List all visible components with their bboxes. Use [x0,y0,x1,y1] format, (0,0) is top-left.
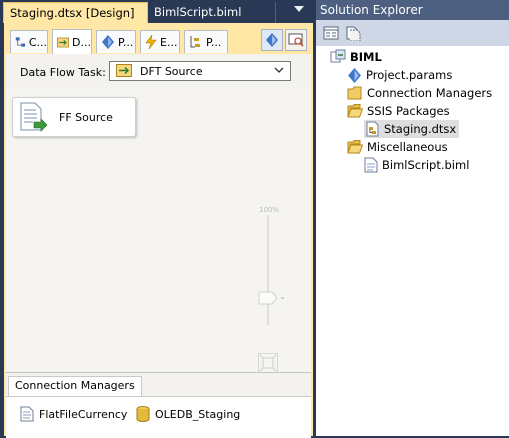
folder-open-icon [347,140,363,154]
tab-dropdown-icon[interactable] [294,6,304,12]
tab-event-handlers[interactable]: E... [140,30,180,53]
tree-item-miscellaneous-label: Miscellaneous [367,140,448,154]
connection-flatfilecurrency[interactable]: FlatFileCurrency [20,406,127,422]
tree-item-staging-dtsx[interactable]: Staging.dtsx [364,120,460,138]
connection-managers-tab[interactable]: Connection Managers [8,376,142,397]
tree-item-staging-dtsx-label: Staging.dtsx [384,122,457,136]
data-flow-task-select[interactable]: DFT Source [109,61,291,81]
document-tab-strip: Staging.dtsx [Design] BimlScript.biml [0,0,313,23]
tree-item-bimlscript-biml[interactable]: BimlScript.biml [364,156,469,174]
solution-explorer: Solution Explorer BIML Project.params Co… [316,0,509,436]
connection-managers-panel: Connection Managers FlatFileCurrency OLE… [6,372,311,438]
data-flow-canvas[interactable]: FF Source 100% [6,90,311,373]
solution-explorer-title: Solution Explorer [316,0,509,20]
tab-control-flow-label: C... [28,35,47,49]
text-file-icon [364,157,378,173]
tree-item-ssis-packages[interactable]: SSIS Packages [347,102,450,120]
data-flow-icon [57,37,70,47]
tab-data-flow-label: D... [72,35,91,49]
tab-package-explorer[interactable]: P... [184,30,228,53]
control-flow-icon [15,37,26,47]
zoom-level-label: 100% [259,206,280,214]
tree-item-project-params[interactable]: Project.params [347,66,452,84]
tree-item-ssis-packages-label: SSIS Packages [367,104,450,118]
chevron-down-icon [274,67,284,73]
tab-parameters[interactable]: P... [96,30,136,53]
tree-item-connection-managers[interactable]: Connection Managers [347,84,492,102]
solution-explorer-toolbar [316,20,509,46]
show-all-files-button[interactable] [344,24,362,42]
document-body: C... D... P... E... P... Data Flow Task:… [4,23,313,438]
parameters-icon [102,35,114,49]
tab-bimlscript-label: BimlScript.biml [154,5,242,19]
zoom-slider-thumb[interactable] [258,291,284,305]
designer-tab-row: C... D... P... E... P... [6,27,311,54]
tree-project-biml[interactable]: BIML [330,48,382,66]
tree-item-miscellaneous[interactable]: Miscellaneous [347,138,448,156]
tab-bimlscript[interactable]: BimlScript.biml [148,2,276,23]
tab-staging-design[interactable]: Staging.dtsx [Design] [3,2,148,23]
flat-file-icon [20,406,34,422]
tab-event-handlers-label: E... [160,35,178,49]
tab-control-flow[interactable]: C... [10,30,48,53]
show-all-files-icon [346,26,361,41]
ff-source-component[interactable]: FF Source [12,97,136,137]
tree-item-project-params-label: Project.params [366,68,453,82]
connection-oledb-staging-label: OLEDB_Staging [155,407,241,421]
data-flow-task-icon [116,64,132,77]
connection-oledb-staging[interactable]: OLEDB_Staging [136,406,240,422]
ssis-project-icon [330,49,346,63]
zoom-slider-track[interactable] [267,215,269,325]
solution-explorer-tree: BIML Project.params Connection Managers … [316,46,509,436]
tab-staging-label: Staging.dtsx [Design] [10,6,135,20]
data-flow-task-row: Data Flow Task: DFT Source [6,54,311,90]
data-flow-task-value: DFT Source [140,65,203,78]
tree-item-bimlscript-biml-label: BimlScript.biml [382,158,470,172]
data-flow-task-label: Data Flow Task: [20,66,106,79]
toolbar-button-parameters[interactable] [261,29,283,51]
folder-icon [347,86,362,100]
document-area: Staging.dtsx [Design] BimlScript.biml C.… [0,0,313,438]
properties-button[interactable] [322,24,340,42]
diamond-icon [266,33,278,47]
database-icon [136,406,150,422]
folder-open-icon [347,104,363,118]
properties-icon [323,26,339,40]
ff-source-label: FF Source [59,111,113,124]
tab-data-flow[interactable]: D... [52,29,92,54]
toolbar-button-zoom[interactable] [285,29,307,51]
event-handlers-icon [145,35,157,49]
package-explorer-icon [190,36,200,48]
connection-managers-list: FlatFileCurrency OLEDB_Staging [6,396,311,438]
tree-item-connection-managers-label: Connection Managers [367,86,493,100]
package-file-icon [366,121,379,137]
fit-to-window-icon [259,354,277,372]
zoom-to-fit-button[interactable] [258,353,278,373]
ssis-designer: C... D... P... E... P... Data Flow Task:… [6,27,311,438]
flat-file-source-icon [20,102,48,132]
tab-parameters-label: P... [118,35,134,49]
tree-project-label: BIML [350,50,382,64]
tab-package-explorer-label: P... [206,35,222,49]
connection-flatfilecurrency-label: FlatFileCurrency [39,407,128,421]
diamond-icon [348,67,361,83]
zoom-screen-icon [288,33,304,47]
